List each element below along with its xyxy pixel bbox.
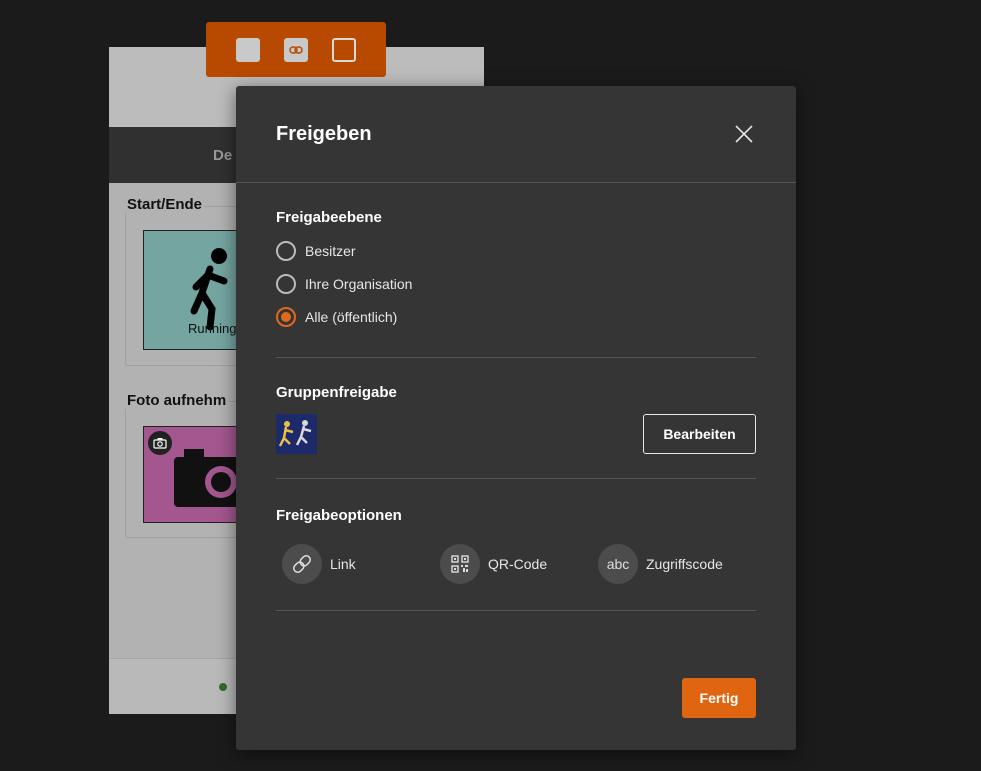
radio-everyone-indicator[interactable]: [276, 306, 296, 327]
group-sharing-heading: Gruppenfreigabe: [276, 384, 397, 401]
radio-owner-label: Besitzer: [305, 242, 356, 259]
sharing-level-heading: Freigabeebene: [276, 209, 382, 226]
dialog-body: Freigabeebene Besitzer Ihre Organisation…: [236, 183, 796, 611]
camera-badge-icon: [148, 431, 172, 455]
square-icon[interactable]: [236, 37, 260, 62]
radio-everyone-label: Alle (öffentlich): [305, 308, 398, 325]
abc-icon: abc: [598, 544, 638, 584]
share-option-link-label: Link: [330, 556, 356, 572]
divider: [276, 610, 756, 611]
link-icon: [282, 544, 322, 584]
radio-owner[interactable]: Besitzer: [276, 234, 756, 267]
running-tile-label: Running: [188, 321, 237, 336]
radio-organization[interactable]: Ihre Organisation: [276, 267, 756, 300]
done-button[interactable]: Fertig: [682, 678, 756, 718]
page-indicator-dot: [219, 683, 227, 691]
page-icon[interactable]: [332, 37, 356, 62]
radio-organization-label: Ihre Organisation: [305, 275, 413, 292]
close-icon[interactable]: [732, 122, 756, 146]
group-sharing-row: Bearbeiten: [276, 414, 756, 454]
share-options-list: Link QR-Code abc Zugriffscode: [276, 544, 756, 584]
floating-toolbar: [206, 22, 386, 77]
sharing-level-options: Besitzer Ihre Organisation Alle (öffentl…: [276, 234, 756, 333]
share-option-qr-code-label: QR-Code: [488, 556, 548, 572]
share-option-access-code[interactable]: abc Zugriffscode: [592, 544, 750, 584]
qr-code-icon: [440, 544, 480, 584]
background-tab[interactable]: De: [213, 147, 232, 164]
section-start-end-title: Start/Ende: [125, 196, 205, 213]
group-thumbnail[interactable]: [276, 414, 317, 454]
radio-owner-indicator[interactable]: [276, 240, 296, 261]
dialog-title: Freigeben: [276, 122, 372, 145]
link-icon[interactable]: [284, 37, 308, 62]
share-options-heading: Freigabeoptionen: [276, 507, 402, 524]
share-option-qr-code[interactable]: QR-Code: [434, 544, 592, 584]
section-photo-title: Foto aufnehm: [125, 392, 229, 409]
edit-groups-button[interactable]: Bearbeiten: [643, 414, 756, 454]
radio-everyone[interactable]: Alle (öffentlich): [276, 300, 756, 333]
dialog-header: Freigeben: [236, 86, 796, 183]
radio-organization-indicator[interactable]: [276, 273, 296, 294]
share-option-access-code-label: Zugriffscode: [646, 556, 723, 572]
share-dialog: Freigeben Freigabeebene Besitzer Ihre Or…: [236, 86, 796, 750]
share-option-link[interactable]: Link: [276, 544, 434, 584]
